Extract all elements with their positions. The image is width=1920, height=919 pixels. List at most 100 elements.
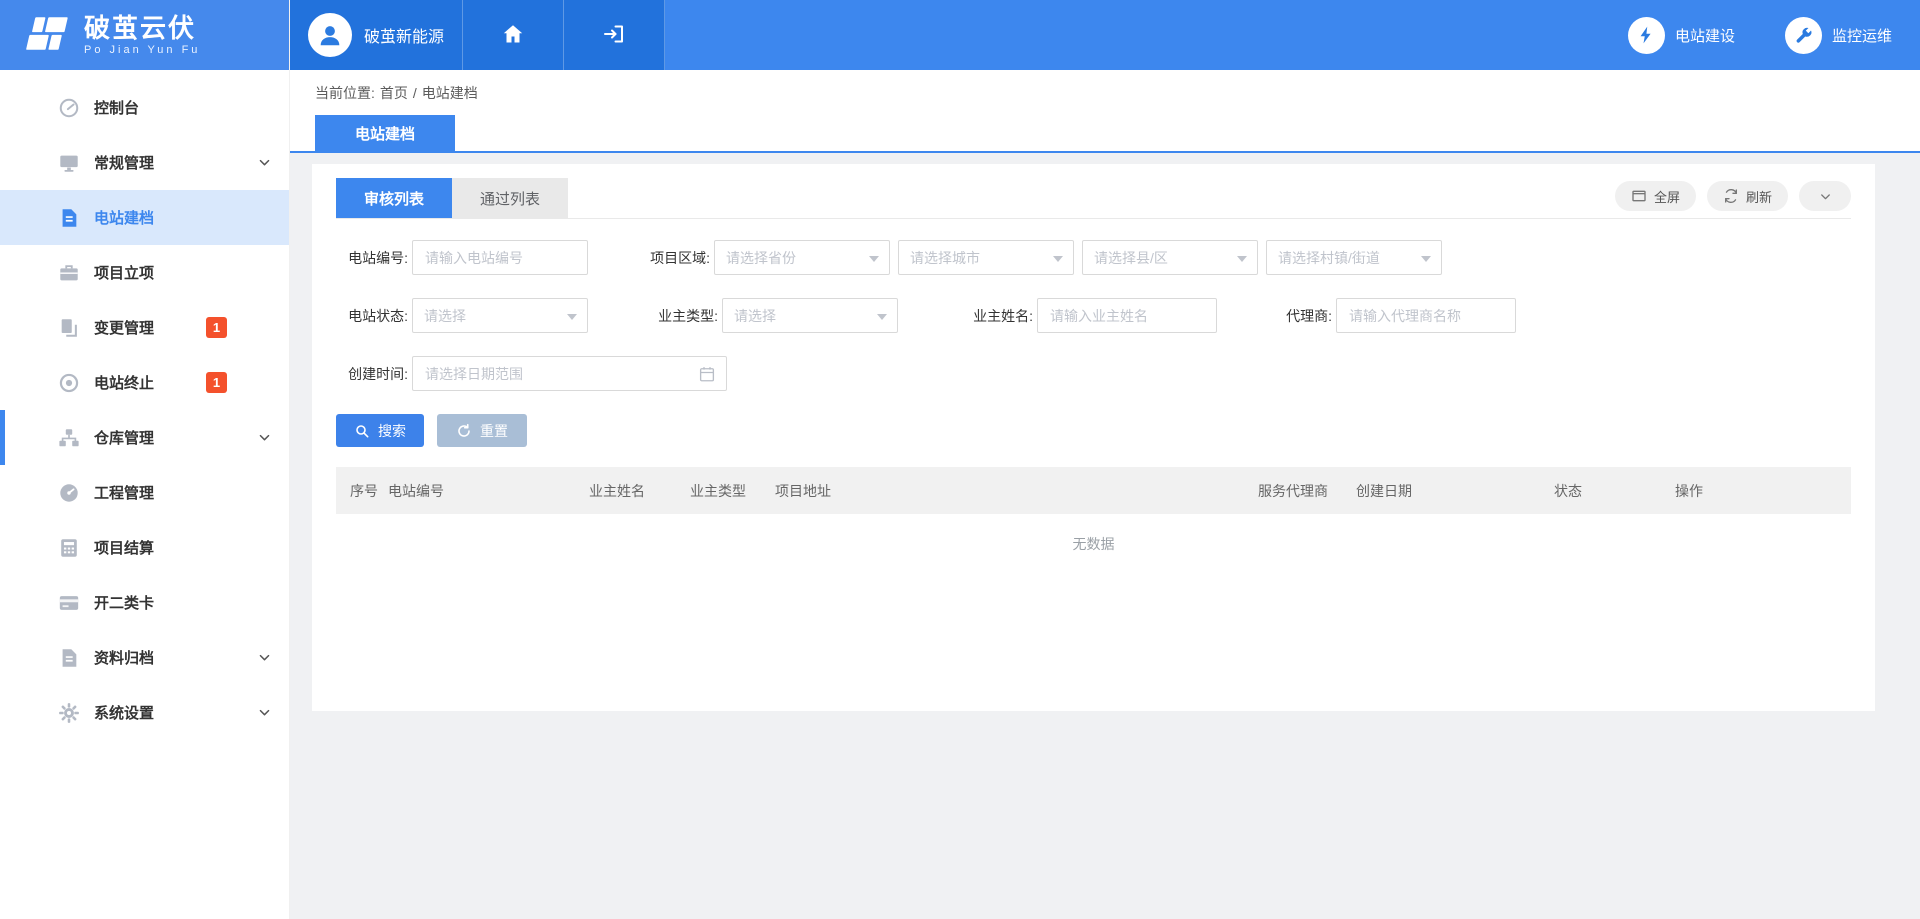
station-no-input[interactable] <box>412 240 588 275</box>
nav-monitor-ops[interactable]: 监控运维 <box>1785 0 1892 70</box>
town-select[interactable]: 请选择村镇/街道 <box>1266 240 1442 275</box>
chevron-down-icon <box>257 705 272 720</box>
sidebar-menu: 控制台常规管理电站建档项目立项变更管理1电站终止1仓库管理工程管理项目结算开二类… <box>0 70 289 919</box>
col-actions: 操作 <box>1675 481 1851 501</box>
fullscreen-label: 全屏 <box>1654 187 1680 206</box>
pages-icon <box>58 317 80 339</box>
sidebar-item-label: 开二类卡 <box>94 592 154 613</box>
sidebar-item-label: 仓库管理 <box>94 427 154 448</box>
sidebar-item-project-initiation[interactable]: 项目立项 <box>0 245 289 300</box>
collapse-button[interactable] <box>1799 181 1851 211</box>
caret-down-icon <box>877 314 887 320</box>
panel-tools: 全屏 刷新 <box>1615 181 1851 211</box>
sidebar-item-change-management[interactable]: 变更管理 1 <box>0 300 289 355</box>
col-project-address: 项目地址 <box>775 481 1258 501</box>
caret-down-icon <box>1053 256 1063 262</box>
brand-logo-icon <box>20 15 72 56</box>
sidebar: 破茧云伏 Po Jian Yun Fu 控制台常规管理电站建档项目立项变更管理 1… <box>0 0 290 919</box>
wrench-icon <box>1785 17 1822 54</box>
owner-name-input[interactable] <box>1037 298 1217 333</box>
reset-icon <box>456 423 472 439</box>
refresh-button[interactable]: 刷新 <box>1707 181 1788 211</box>
col-status: 状态 <box>1554 481 1675 501</box>
tab-passed-list[interactable]: 通过列表 <box>452 178 568 218</box>
station-no-label: 电站编号: <box>336 248 408 268</box>
sidebar-item-label: 电站建档 <box>94 207 154 228</box>
col-service-agent: 服务代理商 <box>1258 481 1356 501</box>
district-select[interactable]: 请选择县/区 <box>1082 240 1258 275</box>
reset-button[interactable]: 重置 <box>437 414 527 447</box>
caret-down-icon <box>1237 256 1247 262</box>
sidebar-item-label: 资料归档 <box>94 647 154 668</box>
gauge-icon <box>58 482 80 504</box>
reset-label: 重置 <box>480 421 508 441</box>
owner-type-select[interactable]: 请选择 <box>722 298 898 333</box>
card-icon <box>58 592 80 614</box>
calendar-icon <box>698 365 716 383</box>
briefcase-icon <box>58 262 80 284</box>
sidebar-item-console[interactable]: 控制台 <box>0 80 289 135</box>
sidebar-item-station-filing[interactable]: 电站建档 <box>0 190 289 245</box>
results-table: 序号 电站编号 业主姓名 业主类型 项目地址 服务代理商 创建日期 状态 操作 … <box>336 467 1851 574</box>
owner-type-placeholder: 请选择 <box>734 306 776 326</box>
brand-logo: 破茧云伏 Po Jian Yun Fu <box>0 0 289 70</box>
sidebar-item-data-archive[interactable]: 资料归档 <box>0 630 289 685</box>
brand-subtitle: Po Jian Yun Fu <box>84 44 200 56</box>
caret-down-icon <box>869 256 879 262</box>
panel: 审核列表 通过列表 全屏 <box>312 164 1875 711</box>
sidebar-item-system-settings[interactable]: 系统设置 <box>0 685 289 740</box>
notification-badge: 1 <box>206 372 227 393</box>
chevron-down-icon <box>257 155 272 170</box>
caret-down-icon <box>1421 256 1431 262</box>
fullscreen-icon <box>1631 188 1647 204</box>
gear-icon <box>58 702 80 724</box>
sidebar-item-warehouse-management[interactable]: 仓库管理 <box>0 410 289 465</box>
create-time-label: 创建时间: <box>336 364 408 384</box>
sidebar-item-project-settlement[interactable]: 项目结算 <box>0 520 289 575</box>
search-icon <box>354 423 370 439</box>
date-range-field <box>412 356 727 391</box>
col-index: 序号 <box>350 481 388 501</box>
home-button[interactable] <box>463 0 564 70</box>
tab-review-list[interactable]: 审核列表 <box>336 178 452 218</box>
chevron-down-icon <box>257 430 272 445</box>
lightning-icon <box>1628 17 1665 54</box>
breadcrumb-home[interactable]: 首页 <box>380 83 408 103</box>
col-create-date: 创建日期 <box>1356 481 1554 501</box>
page-tab[interactable]: 电站建档 <box>315 115 455 151</box>
province-select-placeholder: 请选择省份 <box>726 248 796 268</box>
file-icon <box>58 647 80 669</box>
sidebar-item-type2-card[interactable]: 开二类卡 <box>0 575 289 630</box>
station-status-select[interactable]: 请选择 <box>412 298 588 333</box>
agent-input[interactable] <box>1336 298 1516 333</box>
notification-badge: 1 <box>206 317 227 338</box>
caret-down-icon <box>567 314 577 320</box>
date-range-input[interactable] <box>412 356 727 391</box>
col-station-no: 电站编号 <box>388 481 589 501</box>
sidebar-item-engineering-management[interactable]: 工程管理 <box>0 465 289 520</box>
avatar-icon <box>308 13 352 57</box>
sidebar-item-station-termination[interactable]: 电站终止1 <box>0 355 289 410</box>
col-owner-type: 业主类型 <box>690 481 775 501</box>
logout-button[interactable] <box>564 0 665 70</box>
chevron-down-icon <box>257 650 272 665</box>
target-icon <box>58 372 80 394</box>
agent-label: 代理商: <box>1274 306 1332 326</box>
breadcrumb-label: 当前位置: <box>315 83 375 103</box>
city-select[interactable]: 请选择城市 <box>898 240 1074 275</box>
search-button[interactable]: 搜索 <box>336 414 424 447</box>
nav-station-build[interactable]: 电站建设 <box>1628 0 1735 70</box>
document-icon <box>58 207 80 229</box>
sidebar-item-general-management[interactable]: 常规管理 <box>0 135 289 190</box>
sidebar-item-label: 变更管理 <box>94 317 154 338</box>
nav-monitor-ops-label: 监控运维 <box>1832 25 1892 46</box>
empty-state: 无数据 <box>336 514 1851 574</box>
breadcrumb-current: 电站建档 <box>422 83 478 103</box>
user-menu[interactable]: 破茧新能源 <box>290 0 463 70</box>
crumb-strip: 当前位置: 首页 / 电站建档 电站建档 <box>290 70 1920 151</box>
sidebar-item-label: 工程管理 <box>94 482 154 503</box>
province-select[interactable]: 请选择省份 <box>714 240 890 275</box>
fullscreen-button[interactable]: 全屏 <box>1615 181 1696 211</box>
district-select-placeholder: 请选择县/区 <box>1094 248 1168 268</box>
main-area: 破茧新能源 电站建设 <box>290 0 1920 919</box>
